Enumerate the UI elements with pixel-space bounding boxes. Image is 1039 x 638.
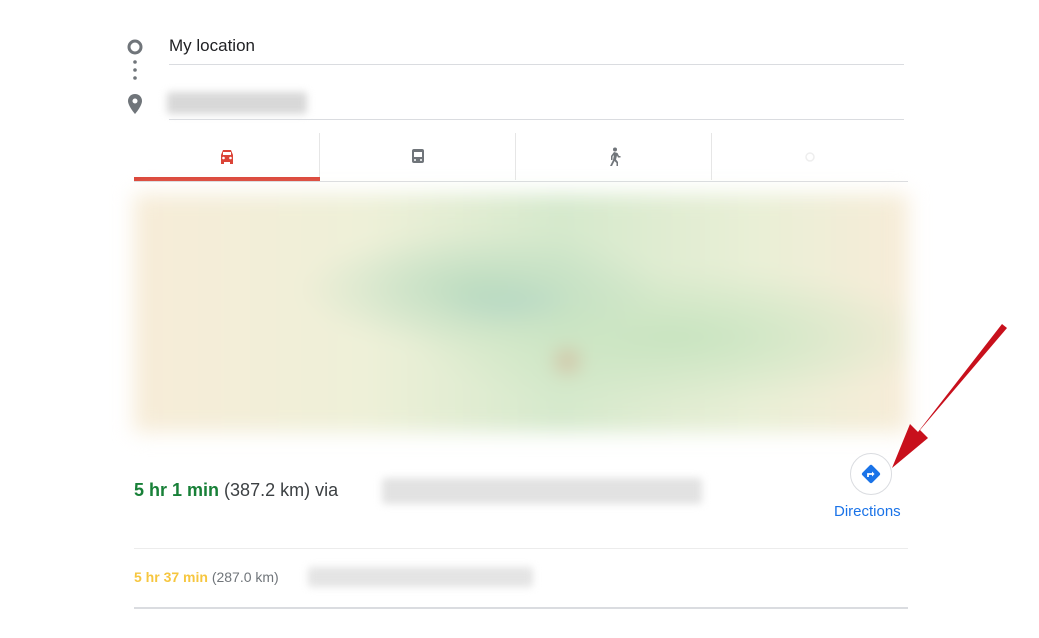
route-summary[interactable]: 5 hr 1 min (387.2 km) via [134, 480, 338, 501]
route-duration: 5 hr 1 min [134, 480, 220, 500]
tab-walking[interactable] [516, 133, 712, 180]
route-distance: (387.2 km) [224, 480, 311, 500]
directions-label[interactable]: Directions [834, 503, 901, 520]
tab-cycling[interactable] [712, 133, 908, 180]
alt-route-duration: 5 hr 37 min [134, 569, 208, 585]
alt-route-distance: (287.0 km) [211, 569, 279, 585]
alt-route-name [308, 567, 533, 587]
tab-transit[interactable] [320, 133, 516, 180]
route-name [382, 478, 702, 504]
cycling-icon [805, 151, 815, 162]
car-icon [220, 149, 233, 164]
directions-icon [861, 464, 881, 484]
train-icon [411, 148, 424, 163]
alt-route-summary[interactable]: 5 hr 37 min (287.0 km) [134, 569, 279, 585]
origin-input[interactable]: My location [169, 36, 255, 56]
route-line-icon [127, 39, 143, 114]
tab-driving[interactable] [134, 133, 320, 180]
destination-input[interactable] [167, 92, 307, 114]
route-via: via [315, 480, 339, 500]
route-map[interactable] [134, 194, 908, 432]
annotation-arrow-icon [892, 324, 1007, 468]
walking-icon [609, 147, 620, 166]
